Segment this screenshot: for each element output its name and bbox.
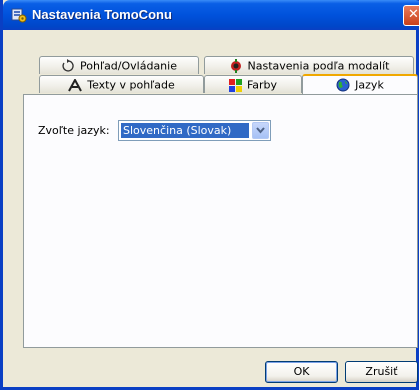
tab-label: Nastavenia podľa modalít xyxy=(247,59,390,73)
ok-button[interactable]: OK xyxy=(265,361,338,383)
window-title: Nastavenia TomoConu xyxy=(32,7,172,22)
tab-colors[interactable]: Farby xyxy=(204,75,302,93)
title-bar[interactable]: Nastavenia TomoConu ✕ xyxy=(3,0,419,30)
globe-icon xyxy=(336,78,350,92)
dropdown-button[interactable] xyxy=(252,122,269,139)
tab-language[interactable]: Jazyk xyxy=(302,74,418,95)
tab-label: Texty v pohľade xyxy=(87,78,175,92)
tab-row-back: Pohľad/Ovládanie Nastavenia podľa modalí… xyxy=(3,56,419,75)
language-label: Zvoľte jazyk: xyxy=(38,124,110,137)
tab-label: Farby xyxy=(246,78,278,92)
tab-label: Pohľad/Ovládanie xyxy=(80,59,177,73)
chevron-down-icon xyxy=(256,127,265,134)
tab-modality-settings[interactable]: Nastavenia podľa modalít xyxy=(204,56,414,74)
tab-view-texts[interactable]: Texty v pohľade xyxy=(39,75,204,93)
modality-icon xyxy=(230,59,241,73)
language-select[interactable]: Slovenčina (Slovak) xyxy=(118,120,271,141)
app-icon xyxy=(11,8,27,23)
cancel-button[interactable]: Zrušiť xyxy=(345,361,418,383)
close-button[interactable]: ✕ xyxy=(403,5,419,26)
settings-window: Nastavenia TomoConu ✕ Pohľad/Ovládanie N… xyxy=(0,0,419,390)
close-icon: ✕ xyxy=(408,7,419,22)
text-a-icon xyxy=(68,78,83,91)
tab-view-control[interactable]: Pohľad/Ovládanie xyxy=(39,56,199,74)
tab-label: Jazyk xyxy=(355,78,384,92)
tab-row-front: Texty v pohľade Farby Jazyk xyxy=(3,74,419,95)
language-select-value: Slovenčina (Slovak) xyxy=(121,123,249,138)
color-squares-icon xyxy=(228,78,242,92)
rotate-icon xyxy=(62,59,74,72)
